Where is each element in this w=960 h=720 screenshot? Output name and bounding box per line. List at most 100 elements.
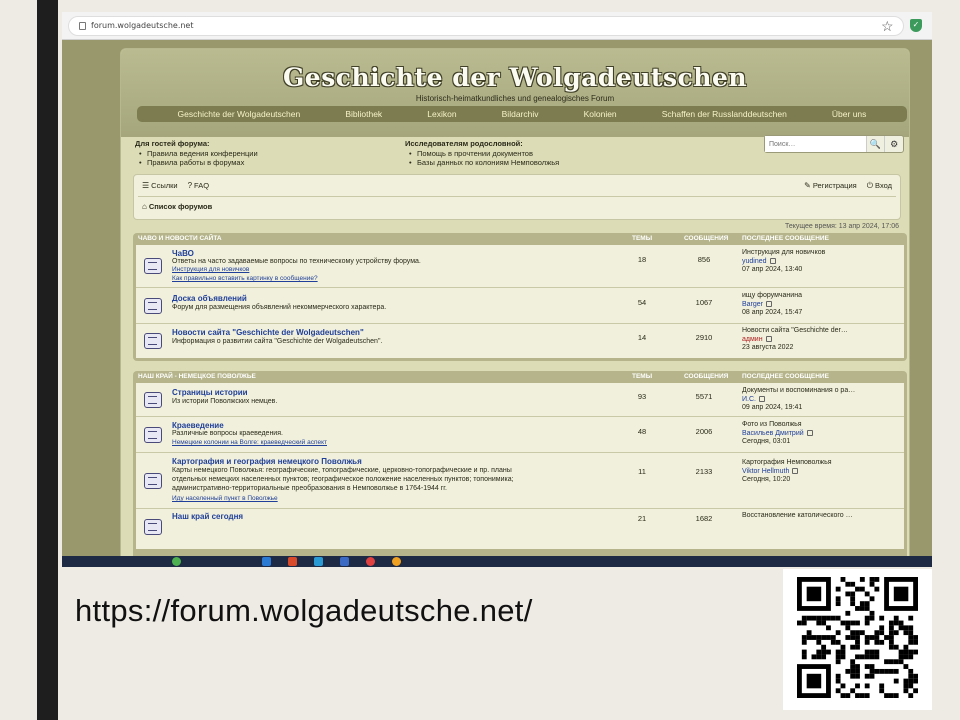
subforum-link[interactable]: Иду населенный пункт в Поволжье [172,495,278,502]
power-icon: ⏻ [866,181,874,190]
topics-count: 93 [637,392,647,401]
gear-icon[interactable]: ⚙ [884,136,903,152]
subforum-link[interactable]: Инструкция для новичков [172,266,249,273]
shield-extension-icon[interactable]: ✓ [910,19,922,32]
last-post-user[interactable]: Васильев Дмитрий [742,430,804,437]
pencil-icon: ✎ [804,181,811,190]
last-post-user[interactable]: Barger [742,301,763,308]
col-last: ПОСЛЕДНЕЕ СООБЩЕНИЕ [742,373,829,380]
nav-bibliothek[interactable]: Bibliothek [345,109,382,119]
goto-post-icon[interactable] [769,257,776,264]
last-post-title[interactable]: Инструкция для новичков [742,249,825,258]
address-text: forum.wolgadeutsche.net [91,21,194,30]
login-link[interactable]: ⏻ Вход [867,181,892,191]
breadcrumb[interactable]: ⌂ Список форумов [142,202,212,211]
breadcrumb-label: Список форумов [148,202,213,211]
nav-geschichte[interactable]: Geschichte der Wolgadeutschen [178,109,301,119]
nav-kolonien[interactable]: Kolonien [584,109,617,119]
forum-title[interactable]: Краеведение [172,421,224,430]
address-bar[interactable]: forum.wolgadeutsche.net ☆ [68,16,904,36]
links-menu[interactable]: ☰ Ссылки [142,181,178,190]
app-icon[interactable] [314,557,323,566]
last-post: Восстановление католического … [742,512,853,521]
forum-title[interactable]: Страницы истории [172,388,248,397]
databases-link[interactable]: Базы данных по колониям Немповолжья [405,158,559,167]
register-link[interactable]: ✎ Регистрация [804,181,857,191]
forum-title[interactable]: Доска объявлений [172,294,247,303]
forum-section-news: ЧАВО И НОВОСТИ САЙТА ТЕМЫ СООБЩЕНИЯ ПОСЛ… [133,233,907,361]
goto-post-icon[interactable] [758,395,765,402]
subforum-link[interactable]: Как правильно вставить картинку в сообще… [172,275,318,282]
current-time: Текущее время: 13 апр 2024, 17:06 [784,223,899,230]
rules-work-link[interactable]: Правила работы в форумах [135,158,258,167]
nav-ueber-uns[interactable]: Über uns [832,109,867,119]
forum-row: Страницы истории Из истории Поволжских н… [136,383,904,417]
last-post-title[interactable]: Документы и воспоминания о ра… [742,387,855,396]
forum-read-icon [144,258,162,274]
section-title[interactable]: НАШ КРАЙ - НЕМЕЦКОЕ ПОВОЛЖЬЕ [138,373,256,380]
goto-post-icon[interactable] [806,429,813,436]
col-topics: ТЕМЫ [632,235,653,242]
col-last: ПОСЛЕДНЕЕ СООБЩЕНИЕ [742,235,829,242]
toolbar-divider [138,196,896,197]
nav-bildarchiv[interactable]: Bildarchiv [502,109,539,119]
last-post-user[interactable]: админ [742,336,763,343]
forum-read-icon [144,519,162,535]
forum-row: Картография и география немецкого Поволж… [136,453,904,509]
research-heading: Исследователям родословной: [405,139,523,148]
nav-schaffen[interactable]: Schaffen der Russlanddeutschen [662,109,787,119]
forum-desc: Информация о развитии сайта "Geschichte … [172,338,383,345]
posts-count: 856 [697,255,711,264]
last-post-title[interactable]: Новости сайта "Geschichte der… [742,327,848,336]
last-post-user[interactable]: Viktor Hellmuth [742,468,789,475]
last-post-date: 23 августа 2022 [742,344,794,351]
last-post-title[interactable]: Восстановление католического … [742,512,853,521]
last-post-title[interactable]: Фото из Поволжья [742,421,813,430]
login-label: Вход [875,181,892,190]
app-icon[interactable] [340,557,349,566]
forum-desc: Ответы на часто задаваемые вопросы по те… [172,258,421,265]
forum-desc: Форум для размещения объявлений некоммер… [172,304,387,311]
section-header: ЧАВО И НОВОСТИ САЙТА ТЕМЫ СООБЩЕНИЯ ПОСЛ… [136,233,904,245]
posts-count: 1067 [695,298,713,307]
faq-link[interactable]: ? FAQ [188,181,209,190]
search-icon[interactable]: 🔍 [865,136,885,152]
slide-url-caption[interactable]: https://forum.wolgadeutsche.net/ [75,593,533,629]
last-post: Инструкция для новичков yudined 07 апр 2… [742,249,825,275]
goto-post-icon[interactable] [792,467,799,474]
forum-section-region: НАШ КРАЙ - НЕМЕЦКОЕ ПОВОЛЖЬЕ ТЕМЫ СООБЩЕ… [133,371,907,566]
last-post-title[interactable]: Картография Немповолжья [742,459,832,468]
register-label: Регистрация [812,181,857,190]
doc-help-link[interactable]: Помощь в прочтении документов [405,149,559,158]
search-box: 🔍 ⚙ [764,135,904,153]
section-title[interactable]: ЧАВО И НОВОСТИ САЙТА [138,235,222,242]
rules-link[interactable]: Правила ведения конференции [135,149,258,158]
app-icon[interactable] [392,557,401,566]
app-icon[interactable] [172,557,181,566]
faq-label: FAQ [194,181,210,190]
search-input[interactable] [765,136,866,152]
last-post-user[interactable]: yudined [742,258,767,265]
forum-title[interactable]: Новости сайта "Geschichte der Wolgadeuts… [172,328,364,337]
last-post-user[interactable]: И.С. [742,396,756,403]
bookmark-star-icon[interactable]: ☆ [881,18,894,35]
goto-post-icon[interactable] [765,335,772,342]
forum-title[interactable]: Наш край сегодня [172,512,243,521]
nav-lexikon[interactable]: Lexikon [427,109,456,119]
goto-post-icon[interactable] [766,300,773,307]
site-subtitle: Historisch-heimatkundliches und genealog… [415,94,615,103]
app-icon[interactable] [366,557,375,566]
forum-toolbar: ☰ Ссылки ? FAQ ✎ Регистрация ⏻ Вход ⌂ Список … [133,174,901,220]
app-icon[interactable] [262,557,271,566]
menu-icon: ☰ [142,181,150,190]
topics-count: 18 [637,255,647,264]
app-icon[interactable] [288,557,297,566]
site-title[interactable]: Geschichte der Wolgadeutschen [121,63,909,92]
last-post-title[interactable]: ищу форумчанина [742,292,802,301]
forum-read-icon [144,427,162,443]
forum-title[interactable]: ЧаВО [172,249,194,258]
os-taskbar [62,556,932,567]
subforum-link[interactable]: Немецкие колонии на Волге: краеведческий… [172,439,327,446]
forum-title[interactable]: Картография и география немецкого Поволж… [172,457,362,466]
last-post-date: Сегодня, 03:01 [742,438,791,445]
